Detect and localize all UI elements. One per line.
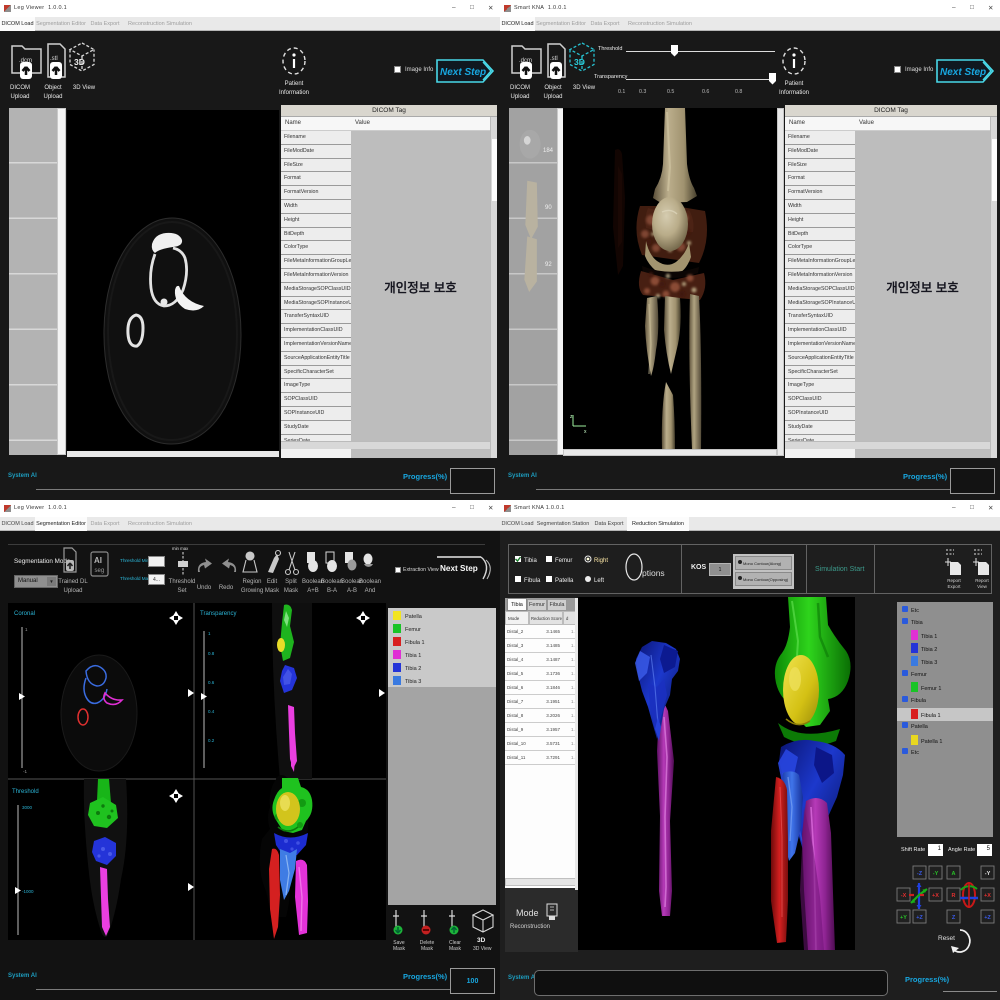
svg-text:-Y: -Y bbox=[985, 871, 991, 877]
svg-text:Next Step: Next Step bbox=[940, 67, 986, 78]
svg-text:seg: seg bbox=[95, 568, 105, 574]
svg-text:Tibia 3: Tibia 3 bbox=[405, 679, 421, 685]
svg-text:Fibula 1: Fibula 1 bbox=[921, 713, 941, 719]
svg-text:+Y: +Y bbox=[900, 915, 907, 921]
svg-text:A: A bbox=[952, 871, 956, 877]
svg-text:Patella 1: Patella 1 bbox=[921, 739, 942, 745]
svg-text:-Y: -Y bbox=[933, 871, 939, 877]
svg-text:Mask: Mask bbox=[393, 946, 405, 952]
svg-text:Fibula: Fibula bbox=[911, 698, 927, 704]
svg-text:Tibia: Tibia bbox=[911, 620, 924, 626]
svg-text:Femur: Femur bbox=[405, 627, 421, 633]
svg-text:0.4: 0.4 bbox=[208, 709, 215, 714]
svg-text:1: 1 bbox=[25, 627, 28, 632]
svg-text:Fibula: Fibula bbox=[524, 578, 541, 584]
svg-text:Tibia 1: Tibia 1 bbox=[405, 653, 421, 659]
svg-text:Femur 1: Femur 1 bbox=[921, 686, 941, 692]
svg-text:R: R bbox=[952, 893, 956, 899]
svg-text:0.8: 0.8 bbox=[208, 651, 215, 656]
svg-text:+Z: +Z bbox=[916, 915, 923, 921]
svg-text:.stl: .stl bbox=[550, 56, 558, 62]
svg-text:+X: +X bbox=[932, 893, 939, 899]
svg-text:Patella: Patella bbox=[405, 614, 423, 620]
svg-text:Reset: Reset bbox=[938, 935, 955, 942]
svg-text:+X: +X bbox=[984, 893, 991, 899]
svg-text:-1: -1 bbox=[23, 769, 27, 774]
svg-text:-Z: -Z bbox=[917, 871, 923, 877]
svg-text:Report: Report bbox=[975, 578, 989, 583]
svg-text:Fibula 1: Fibula 1 bbox=[405, 640, 425, 646]
svg-text:-X: -X bbox=[901, 893, 907, 899]
svg-text:Report: Report bbox=[947, 578, 961, 583]
svg-text:-1000: -1000 bbox=[22, 889, 34, 894]
svg-text:Femur: Femur bbox=[555, 558, 572, 564]
svg-text:+Z: +Z bbox=[984, 915, 991, 921]
svg-text:ptions: ptions bbox=[642, 568, 665, 578]
svg-text:Left: Left bbox=[594, 578, 604, 584]
svg-text:Mask: Mask bbox=[421, 946, 433, 952]
svg-text:Patella: Patella bbox=[911, 724, 929, 730]
svg-text:AI: AI bbox=[94, 556, 102, 565]
svg-text:Transparency: Transparency bbox=[200, 611, 236, 617]
svg-text:3D: 3D bbox=[74, 57, 85, 67]
svg-text:Patella: Patella bbox=[555, 578, 574, 584]
svg-text:Export: Export bbox=[947, 584, 961, 589]
svg-text:Mask: Mask bbox=[449, 946, 461, 952]
svg-text:Tibia: Tibia bbox=[524, 558, 537, 564]
svg-text:Tibia 2: Tibia 2 bbox=[405, 666, 421, 672]
svg-text:Right: Right bbox=[594, 558, 608, 564]
svg-text:1: 1 bbox=[208, 631, 211, 636]
svg-text:3000: 3000 bbox=[22, 805, 33, 810]
svg-text:Coronal: Coronal bbox=[14, 611, 35, 617]
svg-text:Threshold: Threshold bbox=[12, 789, 39, 795]
svg-text:0.6: 0.6 bbox=[208, 680, 215, 685]
svg-text:Tibia 2: Tibia 2 bbox=[921, 647, 937, 653]
svg-text:3D: 3D bbox=[574, 57, 585, 67]
svg-text:Etc: Etc bbox=[911, 750, 919, 756]
svg-text:Tibia 3: Tibia 3 bbox=[921, 660, 937, 666]
svg-text:x: x bbox=[584, 429, 587, 435]
svg-text:Etc: Etc bbox=[911, 608, 919, 614]
svg-text:3D View: 3D View bbox=[473, 946, 492, 952]
svg-text:Femur: Femur bbox=[911, 672, 927, 678]
svg-text:Next Step: Next Step bbox=[440, 67, 486, 78]
svg-text:3D: 3D bbox=[477, 937, 486, 944]
svg-text:Next Step: Next Step bbox=[440, 564, 478, 573]
svg-text:Tibia 1: Tibia 1 bbox=[921, 634, 937, 640]
svg-text:0.2: 0.2 bbox=[208, 738, 215, 743]
svg-text:View: View bbox=[977, 584, 987, 589]
svg-text:.stl: .stl bbox=[50, 56, 58, 62]
